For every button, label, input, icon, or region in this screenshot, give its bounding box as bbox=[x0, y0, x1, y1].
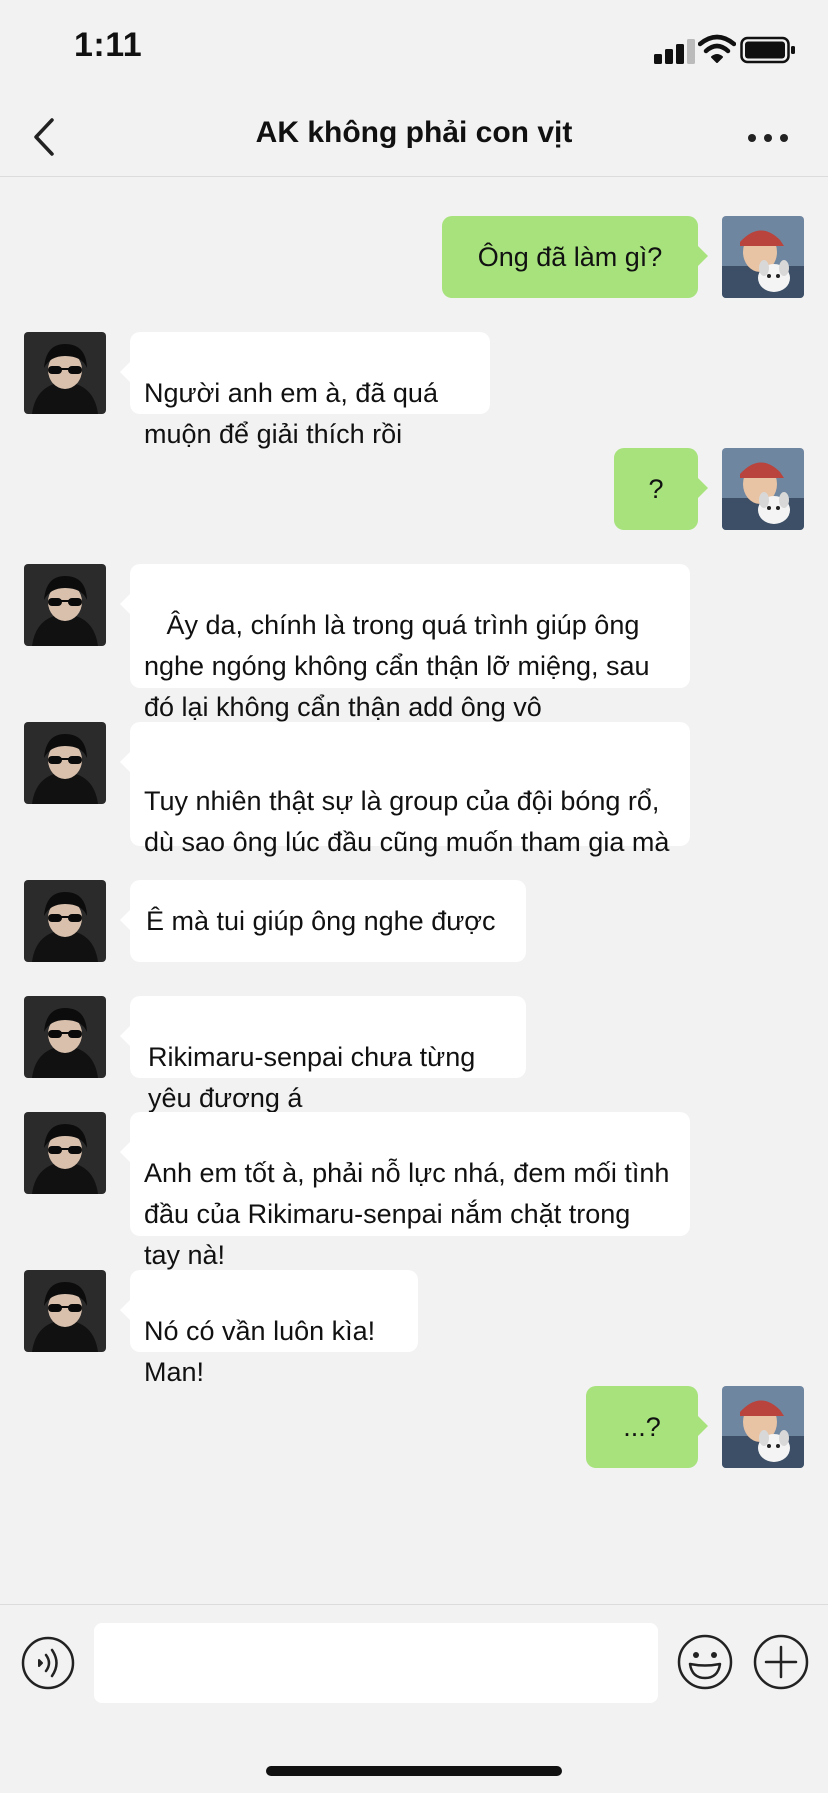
message-bubble-incoming[interactable]: Rikimaru-senpai chưa từng yêu đương á bbox=[120, 996, 526, 1113]
contact-avatar[interactable] bbox=[24, 1270, 106, 1352]
my-avatar[interactable] bbox=[722, 1386, 804, 1468]
status-bar: 1:11 bbox=[0, 0, 828, 100]
emoji-icon[interactable] bbox=[676, 1633, 734, 1691]
message-text: Tuy nhiên thật sự là group của đội bóng … bbox=[144, 786, 670, 857]
message-bubble-incoming[interactable]: Tuy nhiên thật sự là group của đội bóng … bbox=[120, 722, 690, 857]
message-text: Ông đã làm gì? bbox=[477, 241, 663, 272]
message-bubble-outgoing[interactable]: ? bbox=[614, 448, 708, 530]
message-text: Anh em tốt à, phải nỗ lực nhá, đem mối t… bbox=[144, 1158, 670, 1270]
navigation-bar: AK không phải con vịt bbox=[0, 100, 828, 177]
contact-avatar[interactable] bbox=[24, 1112, 106, 1194]
message-text: Người anh em à, đã quá muộn để giải thíc… bbox=[144, 378, 438, 449]
home-indicator bbox=[266, 1766, 562, 1776]
message-bubble-incoming[interactable]: Anh em tốt à, phải nỗ lực nhá, đem mối t… bbox=[120, 1112, 690, 1270]
contact-avatar[interactable] bbox=[24, 564, 106, 646]
message-bubble-outgoing[interactable]: Ông đã làm gì? bbox=[442, 216, 708, 298]
message-text: ...? bbox=[623, 1411, 661, 1442]
message-text: ? bbox=[648, 473, 664, 504]
message-bubble-incoming[interactable]: Ê mà tui giúp ông nghe được bbox=[120, 880, 526, 962]
plus-icon[interactable] bbox=[752, 1633, 810, 1691]
more-horizontal-icon[interactable] bbox=[744, 122, 792, 154]
contact-avatar[interactable] bbox=[24, 722, 106, 804]
contact-avatar[interactable] bbox=[24, 880, 106, 962]
my-avatar[interactable] bbox=[722, 448, 804, 530]
message-text: Ây da, chính là trong quá trình giúp ông… bbox=[144, 610, 650, 722]
message-bubble-outgoing[interactable]: ...? bbox=[586, 1386, 708, 1468]
contact-avatar[interactable] bbox=[24, 332, 106, 414]
chat-title: AK không phải con vịt bbox=[255, 116, 573, 149]
my-avatar[interactable] bbox=[722, 216, 804, 298]
wifi-icon bbox=[698, 34, 736, 63]
contact-avatar[interactable] bbox=[24, 996, 106, 1078]
battery-icon bbox=[740, 36, 795, 64]
message-bubble-incoming[interactable]: Ây da, chính là trong quá trình giúp ông… bbox=[120, 564, 690, 722]
message-text: Ê mà tui giúp ông nghe được bbox=[146, 905, 496, 936]
voice-icon[interactable] bbox=[20, 1635, 76, 1691]
message-bubble-incoming[interactable]: Nó có vần luôn kìa! Man! bbox=[120, 1270, 418, 1387]
message-input[interactable] bbox=[94, 1623, 658, 1703]
chevron-left-icon[interactable] bbox=[26, 110, 62, 164]
status-time: 1:11 bbox=[74, 26, 143, 64]
message-text: Rikimaru-senpai chưa từng yêu đương á bbox=[148, 1042, 476, 1113]
message-text: Nó có vần luôn kìa! Man! bbox=[144, 1316, 376, 1387]
input-bar bbox=[0, 1604, 828, 1793]
signal-icon bbox=[654, 39, 695, 64]
message-bubble-incoming[interactable]: Người anh em à, đã quá muộn để giải thíc… bbox=[120, 332, 490, 449]
